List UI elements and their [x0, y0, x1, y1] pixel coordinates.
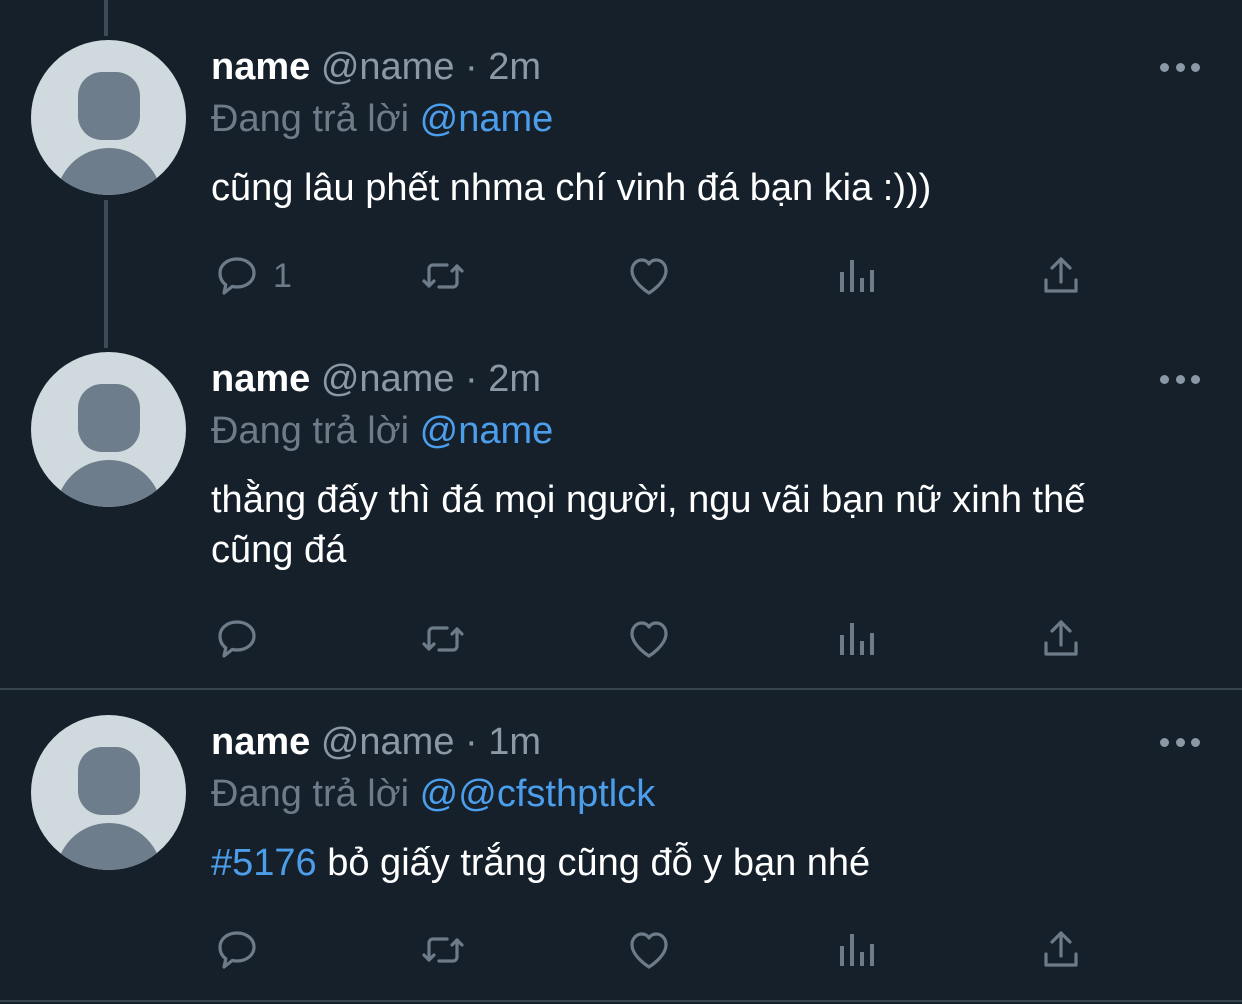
tweet-body: bỏ giấy trắng cũng đỗ y bạn nhé — [316, 842, 871, 884]
views-button[interactable] — [832, 926, 880, 974]
tweet-header: name @name · 1m — [211, 719, 541, 765]
reply-mention-link[interactable]: @@cfsthptlck — [420, 773, 656, 815]
tweet-3[interactable]: name @name · 1m Đang trả lời @@cfsthptlc… — [0, 0, 1242, 1000]
analytics-icon — [840, 934, 874, 966]
reply-context: Đang trả lời @@cfsthptlck — [211, 771, 655, 817]
reply-prefix: Đang trả lời — [211, 773, 410, 815]
retweet-button[interactable] — [419, 926, 467, 974]
retweet-icon — [422, 937, 464, 963]
user-handle[interactable]: @name — [321, 721, 455, 763]
hashtag-link[interactable]: #5176 — [211, 842, 317, 884]
avatar-head-shape — [78, 747, 140, 815]
like-button[interactable] — [625, 926, 673, 974]
avatar-body-shape — [56, 823, 162, 870]
avatar[interactable] — [31, 715, 186, 870]
more-icon[interactable] — [1160, 736, 1200, 748]
reply-icon — [218, 931, 256, 969]
separator: · — [465, 721, 478, 763]
share-button[interactable] — [1037, 926, 1085, 974]
heart-icon — [630, 932, 668, 969]
timestamp[interactable]: 1m — [488, 721, 541, 763]
share-icon — [1044, 931, 1078, 967]
display-name[interactable]: name — [211, 721, 310, 763]
reply-button[interactable] — [213, 926, 273, 974]
tweet-text: #5176 bỏ giấy trắng cũng đỗ y bạn nhé — [211, 838, 1211, 888]
bottom-divider — [0, 1000, 1242, 1002]
